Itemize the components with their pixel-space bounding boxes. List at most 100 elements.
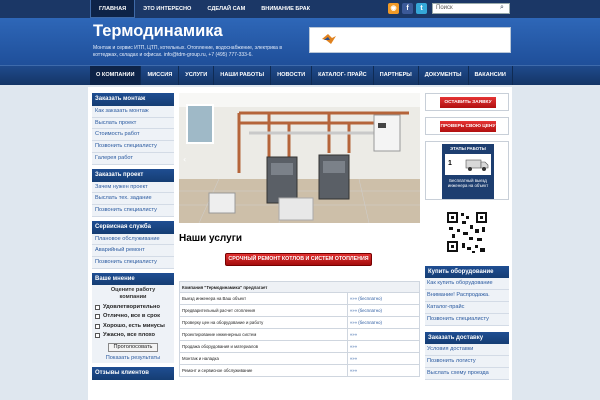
price-link[interactable]: »»» (бесплатно) (346, 316, 421, 329)
service-cell: Проектирование инженерных систем (179, 328, 348, 341)
check-price-banner[interactable]: ПРОВЕРЬ СВОЮ ЦЕНУ (425, 117, 509, 135)
header-banner[interactable] (309, 27, 511, 53)
sidebar-link[interactable]: Позвонить специалисту (425, 314, 509, 326)
page-heading: Наши услуги (179, 233, 243, 244)
stages-caption: Бесплатный выезд инженера на объект (447, 178, 489, 188)
service-cell: Продажа оборудования и материалов (179, 340, 348, 353)
search-input[interactable]: Поиск (432, 3, 510, 14)
poll-option-label: Отлично, все в срок (103, 313, 160, 320)
service-cell: Предварительный расчет отопления (179, 304, 348, 317)
sidebar-link[interactable]: Каталог-прайс (425, 302, 509, 314)
poll-option-label: Ужасно, все плохо (103, 332, 156, 339)
sidebar-link[interactable]: Плановое обслуживание (92, 234, 174, 246)
radio-icon[interactable] (95, 323, 100, 329)
left-sidebar: Заказать монтаж Как заказать монтаж Высл… (92, 93, 174, 384)
poll-title: Ваше мнение (92, 272, 174, 285)
check-price-label: ПРОВЕРЬ СВОЮ ЦЕНУ (440, 121, 496, 132)
nav-partners[interactable]: ПАРТНЕРЫ (374, 66, 419, 85)
poll-option[interactable]: Ужасно, все плохо (92, 331, 174, 341)
price-link[interactable]: »»» (бесплатно) (346, 304, 421, 317)
price-link[interactable]: »»» (346, 364, 421, 377)
sidebar-link[interactable]: Условия доставки (425, 344, 509, 356)
service-box: Сервисная служба Плановое обслуживание А… (92, 220, 174, 269)
leave-request-label: ОСТАВИТЬ ЗАЯВКУ (440, 97, 496, 108)
stages-title: ЭТАПЫ РАБОТЫ (450, 146, 486, 151)
order-delivery-box: Заказать доставку Условия доставки Позво… (425, 332, 509, 380)
service-cell: Проверку цен на оборудование и работу (179, 316, 348, 329)
show-results-link[interactable]: Показать результаты (92, 354, 174, 363)
sidebar-link[interactable]: Позвонить специалисту (92, 141, 174, 153)
sidebar-link[interactable]: Позвонить логисту (425, 356, 509, 368)
sidebar-link[interactable]: Внимание! Распродажа. (425, 290, 509, 302)
box-title: Заказать проект (92, 168, 174, 182)
nav-about[interactable]: О КОМПАНИИ (90, 66, 142, 85)
poll-option[interactable]: Хорошо, есть минусы (92, 322, 174, 332)
slider-image[interactable]: ‹ (179, 93, 420, 223)
poll-question: Оцените работу компании (110, 286, 156, 300)
main-nav: О КОМПАНИИ МИССИЯ УСЛУГИ НАШИ РАБОТЫ НОВ… (0, 65, 600, 85)
vote-button[interactable]: Проголосовать (108, 342, 158, 352)
twitter-icon[interactable]: t (416, 3, 427, 14)
nav-mission[interactable]: МИССИЯ (141, 66, 180, 85)
nav-documents[interactable]: ДОКУМЕНТЫ (419, 66, 469, 85)
svg-text:‹: ‹ (183, 155, 186, 164)
site-title[interactable]: Термодинамика (93, 22, 223, 41)
poll-box: Ваше мнение Оцените работу компании Удов… (92, 272, 174, 363)
sidebar-link[interactable]: Выслать схему проезда (425, 368, 509, 380)
price-link[interactable]: »»» (346, 328, 421, 341)
right-sidebar: ОСТАВИТЬ ЗАЯВКУ ПРОВЕРЬ СВОЮ ЦЕНУ ЭТАПЫ … (425, 93, 509, 380)
sidebar-link[interactable]: Как купить оборудование (425, 278, 509, 290)
top-nav: ГЛАВНАЯ ЭТО ИНТЕРЕСНО СДЕЛАЙ САМ ВНИМАНИ… (90, 0, 318, 18)
leave-request-banner[interactable]: ОСТАВИТЬ ЗАЯВКУ (425, 93, 509, 111)
work-stages-banner[interactable]: ЭТАПЫ РАБОТЫ 1 Бесплатный выезд инженера… (425, 141, 509, 200)
price-link[interactable]: »»» (346, 352, 421, 365)
poll-option[interactable]: Отлично, все в срок (92, 312, 174, 322)
site-description: Монтаж и сервис ИТП, ЦТП, котельных. Ото… (93, 45, 283, 58)
sidebar-link[interactable]: Выслать тех. задание (92, 193, 174, 205)
topnav-interesting[interactable]: ЭТО ИНТЕРЕСНО (135, 0, 199, 18)
nav-catalog[interactable]: КАТАЛОГ- ПРАЙС (312, 66, 374, 85)
sidebar-link[interactable]: Выслать проект (92, 118, 174, 130)
poll-option[interactable]: Удовлетворительно (92, 303, 174, 313)
stages-panel: ЭТАПЫ РАБОТЫ 1 Бесплатный выезд инженера… (442, 144, 494, 199)
radio-icon[interactable] (95, 333, 100, 339)
services-table: Компания "Термодинамика" предлагает Выез… (179, 281, 421, 377)
topnav-defects[interactable]: ВНИМАНИЕ БРАК (253, 0, 318, 18)
urgent-repair-button[interactable]: СРОЧНЫЙ РЕМОНТ КОТЛОВ И СИСТЕМ ОТОПЛЕНИЯ (225, 253, 372, 266)
topnav-diy[interactable]: СДЕЛАЙ САМ (199, 0, 253, 18)
table-header-row: Компания "Термодинамика" предлагает (179, 281, 420, 293)
radio-icon[interactable] (95, 314, 100, 320)
qr-code-icon (445, 210, 489, 254)
poll-option-label: Хорошо, есть минусы (103, 322, 165, 329)
sidebar-link[interactable]: Позвонить специалисту (92, 257, 174, 269)
sidebar-link[interactable]: Аварийный ремонт (92, 245, 174, 258)
sidebar-link[interactable]: Стоимость работ (92, 129, 174, 142)
qr-code (425, 207, 509, 260)
sidebar-link[interactable]: Как заказать монтаж (92, 106, 174, 118)
box-title: Отзывы клиентов (92, 366, 174, 380)
table-row: Проектирование инженерных систем»»» (179, 328, 421, 341)
table-row: Ремонт и сервисное обслуживание»»» (179, 364, 421, 377)
search-icon[interactable]: ⌕ (500, 4, 504, 12)
sidebar-link[interactable]: Позвонить специалисту (92, 205, 174, 217)
price-link[interactable]: »»» (бесплатно) (346, 292, 421, 305)
rss-icon[interactable]: ◉ (388, 3, 399, 14)
radio-icon[interactable] (95, 304, 100, 310)
price-link[interactable]: »»» (346, 340, 421, 353)
box-title: Заказать монтаж (92, 93, 174, 106)
buy-equipment-box: Купить оборудование Как купить оборудова… (425, 266, 509, 326)
nav-services[interactable]: УСЛУГИ (179, 66, 215, 85)
sidebar-link[interactable]: Зачем нужен проект (92, 182, 174, 194)
stages-image: 1 (445, 154, 491, 175)
sidebar-link[interactable]: Галерея работ (92, 153, 174, 165)
service-cell: Монтаж и наладка (179, 352, 348, 365)
topnav-home[interactable]: ГЛАВНАЯ (90, 0, 136, 18)
stage-number: 1 (448, 160, 452, 167)
facebook-icon[interactable]: f (402, 3, 413, 14)
table-header-cell: Компания "Термодинамика" предлагает (179, 281, 420, 293)
nav-news[interactable]: НОВОСТИ (271, 66, 313, 85)
nav-works[interactable]: НАШИ РАБОТЫ (214, 66, 272, 85)
service-cell: Выезд инженера на Ваш объект (179, 292, 348, 305)
nav-vacancies[interactable]: ВАКАНСИИ (469, 66, 513, 85)
reviews-box: Отзывы клиентов (92, 366, 174, 380)
